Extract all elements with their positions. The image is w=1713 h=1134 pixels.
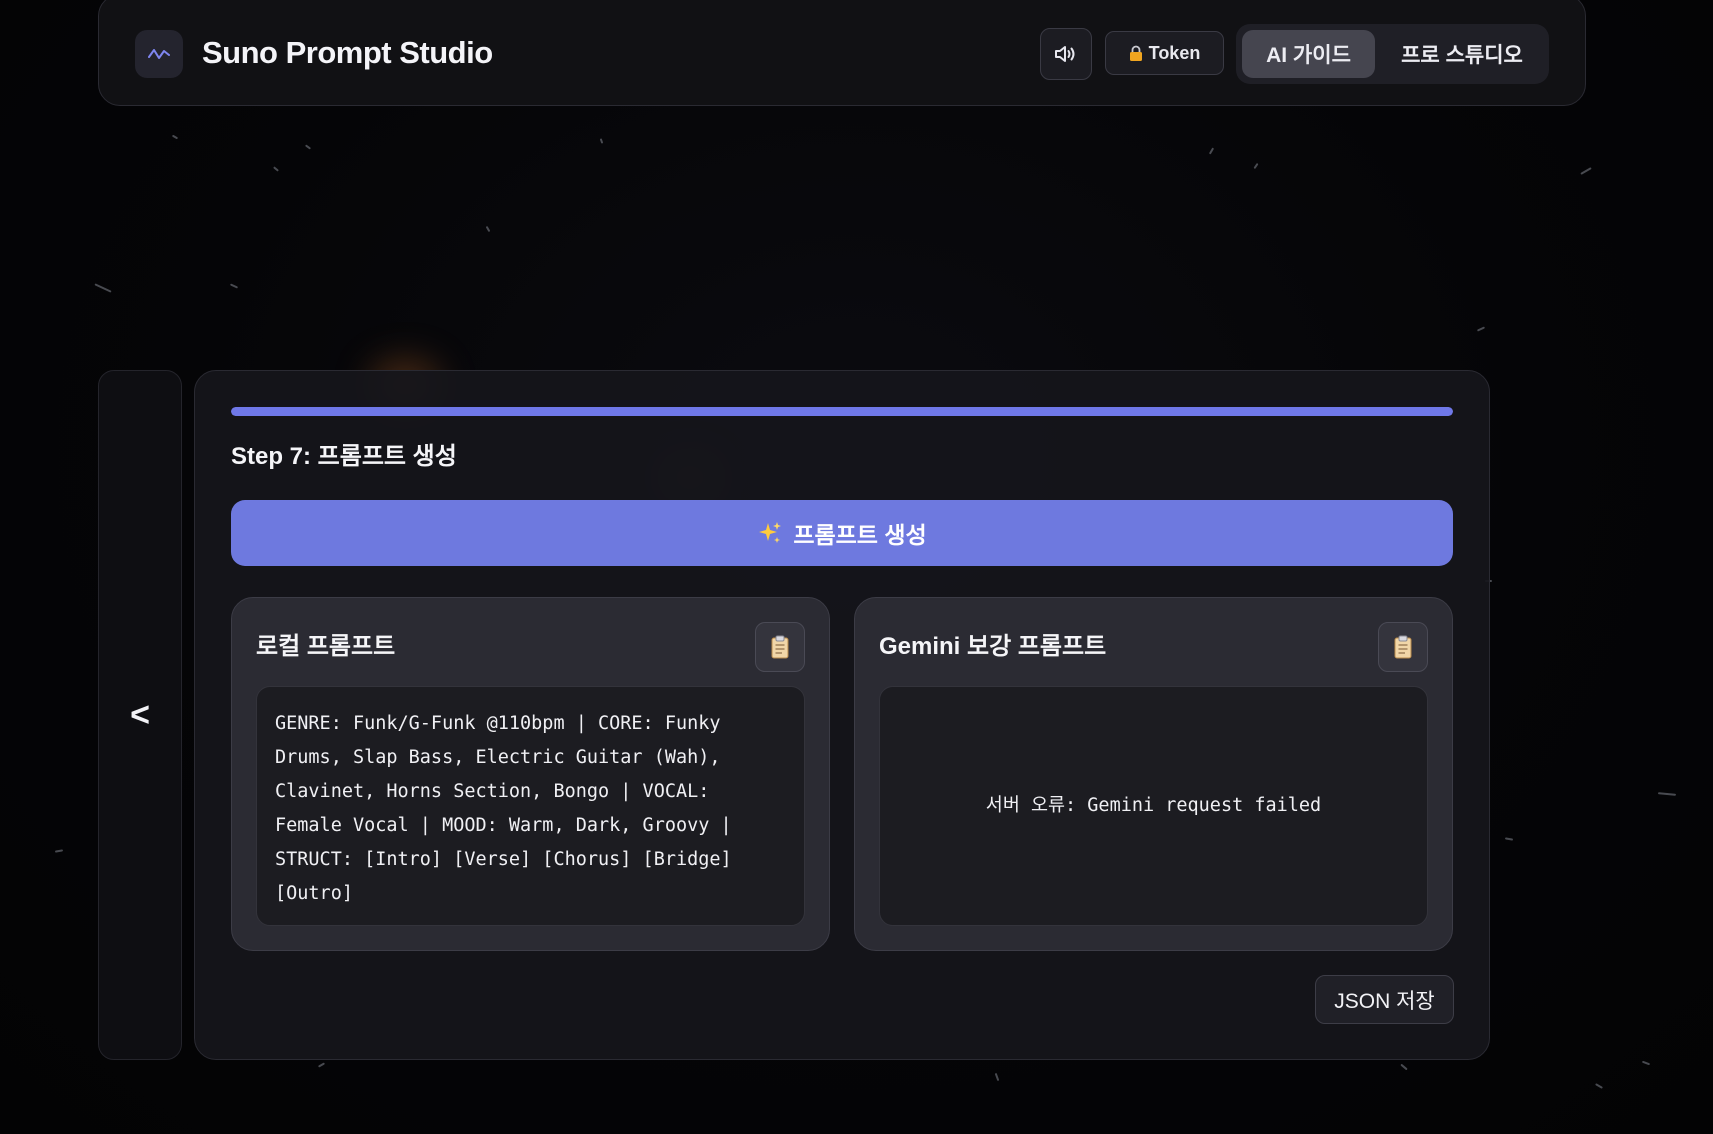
token-label: Token — [1148, 42, 1201, 63]
copy-gemini-prompt-button[interactable] — [1378, 622, 1428, 672]
background-streak — [1400, 1063, 1408, 1071]
copy-local-prompt-button[interactable] — [755, 622, 805, 672]
token-button[interactable]: Token — [1105, 31, 1224, 75]
background-streak — [54, 849, 64, 853]
background-streak — [1208, 147, 1215, 155]
mode-switcher: AI 가이드 프로 스튜디오 — [1236, 24, 1549, 84]
previous-step-button[interactable]: < — [98, 370, 182, 1060]
background-streak — [1657, 792, 1677, 796]
tab-pro-studio[interactable]: 프로 스튜디오 — [1381, 30, 1543, 78]
local-prompt-text: GENRE: Funk/G-Funk @110bpm | CORE: Funky… — [256, 686, 805, 926]
background-streak — [273, 166, 279, 172]
logo — [135, 30, 183, 78]
background-streak — [304, 144, 312, 150]
sparkles-icon — [759, 522, 782, 543]
waveform-icon — [148, 49, 170, 59]
background-streak — [1580, 167, 1592, 175]
step-title: Step 7: 프롬프트 생성 — [231, 443, 457, 470]
background-streak — [229, 283, 239, 289]
clipboard-icon — [1394, 635, 1412, 659]
background-streak — [599, 138, 604, 144]
clipboard-icon — [771, 635, 789, 659]
save-json-button[interactable]: JSON 저장 — [1315, 975, 1454, 1024]
speaker-icon — [1055, 46, 1075, 62]
app-title: Suno Prompt Studio — [202, 35, 493, 70]
lock-icon — [1129, 45, 1142, 61]
background-streak — [1595, 1083, 1603, 1089]
generate-prompt-button[interactable]: 프롬프트 생성 — [231, 500, 1453, 566]
gemini-prompt-card: Gemini 보강 프롬프트 서버 오류: Gemini request fai… — [854, 597, 1453, 951]
back-chevron-icon: < — [130, 695, 150, 734]
wizard-panel: Step 7: 프롬프트 생성 프롬프트 생성 로컬 프롬프트 GENRE: F… — [194, 370, 1490, 1060]
background-streak — [1504, 837, 1514, 841]
background-streak — [94, 283, 112, 293]
local-prompt-title: 로컬 프롬프트 — [256, 633, 396, 660]
background-streak — [317, 1062, 326, 1068]
background-streak — [1476, 326, 1486, 332]
gemini-prompt-output: 서버 오류: Gemini request failed — [879, 686, 1428, 926]
progress-bar — [231, 407, 1453, 416]
gemini-error-message: 서버 오류: Gemini request failed — [985, 795, 1322, 816]
gemini-prompt-title: Gemini 보강 프롬프트 — [879, 633, 1107, 660]
progress-fill — [231, 407, 1453, 416]
background-streak — [1253, 162, 1259, 170]
tab-ai-guide[interactable]: AI 가이드 — [1242, 30, 1375, 78]
app-stage: Suno Prompt Studio Token AI 가이드 프로 스튜디오 … — [0, 0, 1713, 1134]
local-prompt-card: 로컬 프롬프트 GENRE: Funk/G-Funk @110bpm | COR… — [231, 597, 830, 951]
background-streak — [171, 134, 179, 140]
background-streak — [1641, 1060, 1651, 1066]
sound-toggle-button[interactable] — [1040, 28, 1092, 80]
generate-prompt-label: 프롬프트 생성 — [793, 522, 927, 548]
background-streak — [994, 1072, 1000, 1082]
background-streak — [485, 225, 491, 233]
top-header: Suno Prompt Studio Token AI 가이드 프로 스튜디오 — [98, 0, 1586, 106]
